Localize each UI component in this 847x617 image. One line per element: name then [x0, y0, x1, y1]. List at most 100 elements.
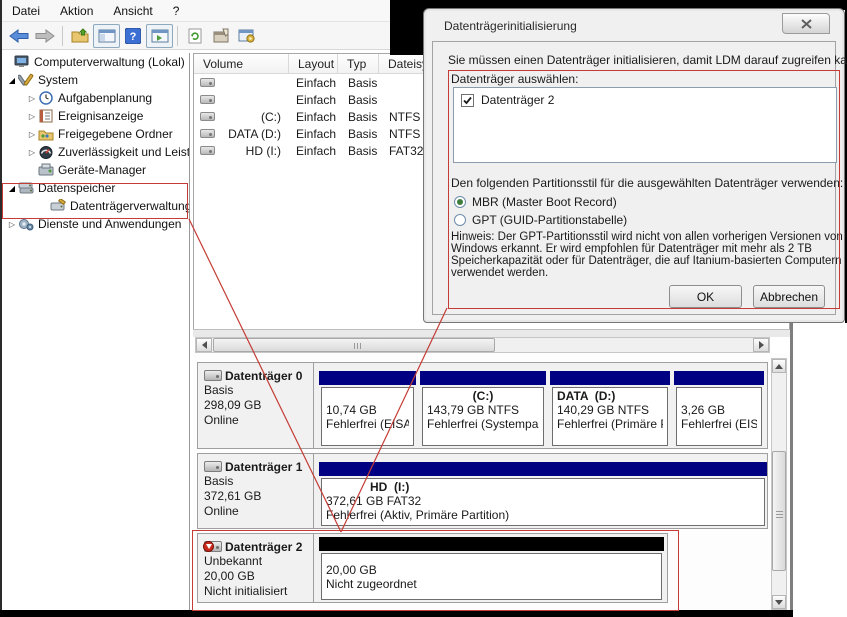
menu-hilfe[interactable]: ?: [163, 1, 190, 21]
expander-icon[interactable]: ▷: [26, 112, 38, 121]
cancel-button[interactable]: Abbrechen: [753, 285, 825, 308]
window-left-border: [0, 0, 2, 612]
note-text: Speicherkapazität oder für Datenträger, …: [451, 255, 842, 267]
pane-splitter[interactable]: [193, 329, 790, 337]
expander-icon[interactable]: ◢: [6, 76, 18, 85]
task-scheduler-icon: [38, 91, 54, 105]
tree-item-zuverlaessigkeit[interactable]: ▷ Zuverlässigkeit und Leistung: [2, 143, 189, 161]
screenshot-root: Datei Aktion Ansicht ? ?: [0, 0, 847, 617]
horizontal-scroll-thumb[interactable]: [213, 338, 495, 352]
disk-0-label[interactable]: Datenträger 0 Basis 298,09 GB Online: [198, 363, 314, 448]
column-header-layout[interactable]: Layout: [289, 54, 338, 73]
partition-hd-i[interactable]: HD (I:)372,61 GB FAT32Fehlerfrei (Aktiv,…: [319, 462, 767, 526]
volume-icon: [200, 129, 215, 138]
disk-1-label[interactable]: Datenträger 1 Basis 372,61 GB Online: [198, 454, 314, 528]
help-icon[interactable]: ?: [120, 24, 146, 48]
menu-datei[interactable]: Datei: [2, 1, 50, 21]
select-disk-label: Datenträger auswählen:: [451, 72, 578, 86]
refresh-icon[interactable]: [182, 24, 208, 48]
tree-item-ereignisanzeige[interactable]: ▷ Ereignisanzeige: [2, 107, 189, 125]
gpt-radio-button[interactable]: [454, 214, 466, 226]
column-header-typ[interactable]: Typ: [338, 54, 379, 73]
disk-select-listbox[interactable]: Datenträger 2: [453, 87, 837, 163]
svg-text:?: ?: [130, 31, 137, 43]
back-icon[interactable]: [6, 24, 32, 48]
services-icon: [18, 217, 34, 231]
unallocated-band: [319, 537, 664, 551]
device-manager-icon: [38, 163, 54, 177]
disk-management-icon: [50, 199, 66, 213]
hdd-icon: [204, 461, 222, 472]
tree-item-aufgabenplanung[interactable]: ▷ Aufgabenplanung: [2, 89, 189, 107]
scroll-up-arrow-icon[interactable]: [772, 359, 786, 373]
tree-item-datenspeicher[interactable]: ◢ Datenspeicher: [2, 179, 189, 197]
mbr-radio-label[interactable]: MBR (Master Boot Record): [472, 195, 617, 209]
primary-partition-band: [420, 371, 546, 385]
primary-partition-band: [319, 371, 416, 385]
tree-item-datentraegerverwaltung[interactable]: Datenträgerverwaltung: [2, 197, 189, 215]
unallocated-space[interactable]: 20,00 GBNicht zugeordnet: [319, 537, 664, 600]
shared-folders-icon: [38, 127, 54, 141]
primary-partition-band: [319, 462, 767, 476]
expander-icon[interactable]: ▷: [26, 94, 38, 103]
tree-item-geraete-manager[interactable]: Geräte-Manager: [2, 161, 189, 179]
primary-partition-band: [550, 371, 670, 385]
partition-eisa-2[interactable]: 3,26 GBFehlerfrei (EISA-Konfiguration): [674, 371, 764, 446]
checkmark-icon: [462, 95, 473, 106]
note-text: verwendet werden.: [451, 267, 548, 279]
disk-2-option-label[interactable]: Datenträger 2: [481, 93, 554, 107]
scroll-right-arrow-icon[interactable]: [753, 338, 769, 352]
tree-item-dienste[interactable]: ▷ Dienste und Anwendungen: [2, 215, 189, 233]
expander-icon[interactable]: ◢: [6, 184, 18, 193]
disk-2-label[interactable]: Datenträger 2 Unbekannt 20,00 GB Nicht i…: [198, 534, 314, 602]
scroll-left-arrow-icon[interactable]: [196, 338, 212, 352]
export-list-icon[interactable]: [67, 24, 93, 48]
menu-ansicht[interactable]: Ansicht: [103, 1, 162, 21]
window-bottom-border: [0, 610, 793, 617]
disk-2-checkbox[interactable]: [461, 94, 474, 107]
computer-icon: [14, 55, 30, 69]
performance-monitor-icon: [38, 145, 54, 159]
disk-2-card: Datenträger 2 Unbekannt 20,00 GB Nicht i…: [197, 533, 668, 603]
expander-icon[interactable]: ▷: [26, 130, 38, 139]
vertical-scroll-thumb[interactable]: [772, 451, 786, 571]
volume-icon: [200, 112, 215, 121]
close-button[interactable]: [782, 13, 830, 34]
partition-style-label: Den folgenden Partitionsstil für die aus…: [451, 176, 843, 190]
horizontal-scrollbar[interactable]: [195, 337, 770, 353]
menu-bar: Datei Aktion Ansicht ?: [2, 0, 390, 22]
expander-icon[interactable]: ▷: [6, 220, 18, 229]
dialog-intro-text: Sie müssen einen Datenträger initialisie…: [448, 53, 847, 67]
show-console-tree-icon[interactable]: [93, 24, 120, 48]
tree-item-freigegebene-ordner[interactable]: ▷ Freigegebene Ordner: [2, 125, 189, 143]
toolbar: ?: [2, 22, 390, 50]
mbr-radio-button[interactable]: [454, 196, 466, 208]
disk-0-card: Datenträger 0 Basis 298,09 GB Online 10,…: [197, 362, 768, 449]
console-settings-icon[interactable]: [234, 24, 260, 48]
console-tree: Computerverwaltung (Lokal) ◢ System ▷ Au…: [2, 53, 190, 610]
expander-icon[interactable]: ▷: [26, 148, 38, 157]
disk-graphics-area: Datenträger 0 Basis 298,09 GB Online 10,…: [193, 353, 790, 610]
volume-icon: [200, 95, 215, 104]
tree-item-computerverwaltung[interactable]: Computerverwaltung (Lokal): [2, 53, 189, 71]
system-tools-icon: [18, 73, 34, 87]
menu-aktion[interactable]: Aktion: [50, 1, 103, 21]
scroll-down-arrow-icon[interactable]: [772, 595, 786, 609]
gpt-radio-label[interactable]: GPT (GUID-Partitionstabelle): [472, 213, 627, 227]
properties-icon[interactable]: [208, 24, 234, 48]
column-header-volume[interactable]: Volume: [194, 54, 289, 73]
disk-initialization-dialog: Datenträgerinitialisierung Sie müssen ei…: [423, 8, 845, 323]
note-text: Hinweis: Der GPT-Partitionsstil wird nic…: [451, 231, 843, 243]
note-text: Windows erkannt. Er wird empfohlen für D…: [451, 243, 812, 255]
forward-icon[interactable]: [32, 24, 58, 48]
partition-data-d[interactable]: DATA (D:)140,29 GB NTFSFehlerfrei (Primä…: [550, 371, 670, 446]
show-action-pane-icon[interactable]: [146, 24, 173, 48]
disk-not-initialized-icon: [203, 541, 214, 552]
ok-button[interactable]: OK: [669, 285, 742, 308]
vertical-scrollbar[interactable]: [771, 358, 787, 610]
tree-item-system[interactable]: ◢ System: [2, 71, 189, 89]
partition-eisa-1[interactable]: 10,74 GBFehlerfrei (EISA-Konfiguration): [319, 371, 416, 446]
primary-partition-band: [674, 371, 764, 385]
disk-1-card: Datenträger 1 Basis 372,61 GB Online HD …: [197, 453, 768, 529]
partition-c[interactable]: (C:)143,79 GB NTFSFehlerfrei (Systempart…: [420, 371, 546, 446]
